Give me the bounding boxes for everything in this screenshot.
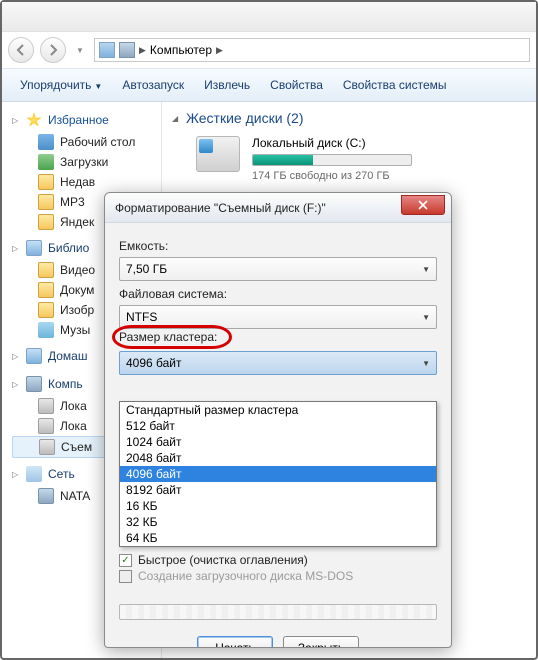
sidebar-favorites-header[interactable]: ▷Избранное (12, 112, 161, 128)
drive-icon (39, 439, 55, 455)
folder-icon (38, 194, 54, 210)
twisty-icon: ▷ (12, 244, 20, 252)
close-dialog-button[interactable]: Закрыть (283, 636, 359, 648)
start-button[interactable]: Начать (197, 636, 273, 648)
format-progress (119, 604, 437, 620)
capacity-combo[interactable]: 7,50 ГБ ▼ (119, 257, 437, 281)
chevron-right-icon: ▶ (139, 45, 146, 56)
folder-icon (38, 262, 54, 278)
sidebar-item-downloads[interactable]: Загрузки (12, 152, 161, 172)
sidebar-item-desktop[interactable]: Рабочий стол (12, 132, 161, 152)
dropdown-option[interactable]: 32 КБ (120, 514, 436, 530)
organize-button[interactable]: Упорядочить▼ (12, 74, 110, 96)
star-icon (26, 112, 42, 128)
dialog-titlebar[interactable]: Форматирование "Съемный диск (F:)" (105, 193, 451, 223)
chevron-right-icon: ▶ (216, 45, 223, 56)
computer-icon (26, 376, 42, 392)
drive-space-bar (252, 154, 412, 166)
folder-icon (38, 282, 54, 298)
drive-icon (38, 398, 54, 414)
back-button[interactable] (8, 37, 34, 63)
downloads-icon (38, 154, 54, 170)
chevron-down-icon: ▼ (422, 265, 430, 274)
breadcrumb-text[interactable]: Компьютер (150, 43, 212, 57)
quick-format-checkbox[interactable]: ✓ Быстрое (очистка оглавления) (119, 552, 437, 568)
dropdown-option[interactable]: 64 КБ (120, 530, 436, 546)
drive-free-text: 174 ГБ свободно из 270 ГБ (252, 170, 526, 182)
folder-icon (38, 174, 54, 190)
dialog-title: Форматирование "Съемный диск (F:)" (115, 201, 326, 215)
dropdown-option[interactable]: 1024 байт (120, 434, 436, 450)
forward-button[interactable] (40, 37, 66, 63)
explorer-icon (99, 42, 115, 58)
autorun-button[interactable]: Автозапуск (114, 74, 192, 96)
twisty-down-icon: ◢ (172, 114, 180, 122)
boot-disk-checkbox: Создание загрузочного диска MS-DOS (119, 568, 437, 584)
capacity-label: Емкость: (119, 239, 437, 253)
filesystem-label: Файловая система: (119, 287, 437, 301)
folder-icon (38, 302, 54, 318)
computer-icon (38, 488, 54, 504)
eject-button[interactable]: Извлечь (196, 74, 258, 96)
dropdown-option[interactable]: 2048 байт (120, 450, 436, 466)
dropdown-option[interactable]: 512 байт (120, 418, 436, 434)
folder-icon (38, 214, 54, 230)
dropdown-option[interactable]: 16 КБ (120, 498, 436, 514)
library-icon (26, 240, 42, 256)
highlight-callout: Размер кластера: (112, 325, 232, 349)
hdd-icon (196, 136, 240, 172)
format-dialog: Форматирование "Съемный диск (F:)" Емкос… (104, 192, 452, 648)
chevron-down-icon: ▼ (422, 359, 430, 368)
network-icon (26, 466, 42, 482)
drive-icon (38, 418, 54, 434)
dropdown-option-selected[interactable]: 4096 байт (120, 466, 436, 482)
sidebar-item-recent[interactable]: Недав (12, 172, 161, 192)
cluster-size-combo[interactable]: 4096 байт ▼ (119, 351, 437, 375)
checkbox-icon (119, 570, 132, 583)
toolbar: Упорядочить▼ Автозапуск Извлечь Свойства… (2, 68, 536, 102)
properties-button[interactable]: Свойства (262, 74, 331, 96)
window-titlebar (2, 2, 536, 32)
music-icon (38, 322, 54, 338)
dropdown-option[interactable]: Стандартный размер кластера (120, 402, 436, 418)
history-dropdown-icon[interactable]: ▼ (72, 40, 88, 60)
drive-name: Локальный диск (C:) (252, 136, 526, 150)
homegroup-icon (26, 348, 42, 364)
nav-row: ▼ ▶ Компьютер ▶ (2, 32, 536, 68)
dropdown-option[interactable]: 8192 байт (120, 482, 436, 498)
cluster-size-label: Размер кластера: (119, 330, 217, 344)
twisty-icon: ▷ (12, 380, 20, 388)
close-icon (418, 200, 428, 210)
computer-icon (119, 42, 135, 58)
drive-item[interactable]: Локальный диск (C:) 174 ГБ свободно из 2… (196, 136, 526, 182)
hdd-group-header[interactable]: ◢Жесткие диски (2) (172, 110, 526, 126)
desktop-icon (38, 134, 54, 150)
checkbox-icon: ✓ (119, 554, 132, 567)
twisty-icon: ▷ (12, 116, 20, 124)
twisty-icon: ▷ (12, 470, 20, 478)
chevron-down-icon: ▼ (422, 313, 430, 322)
system-properties-button[interactable]: Свойства системы (335, 74, 455, 96)
close-button[interactable] (401, 195, 445, 215)
twisty-icon: ▷ (12, 352, 20, 360)
breadcrumb[interactable]: ▶ Компьютер ▶ (94, 38, 530, 62)
cluster-size-dropdown: Стандартный размер кластера 512 байт 102… (119, 401, 437, 547)
